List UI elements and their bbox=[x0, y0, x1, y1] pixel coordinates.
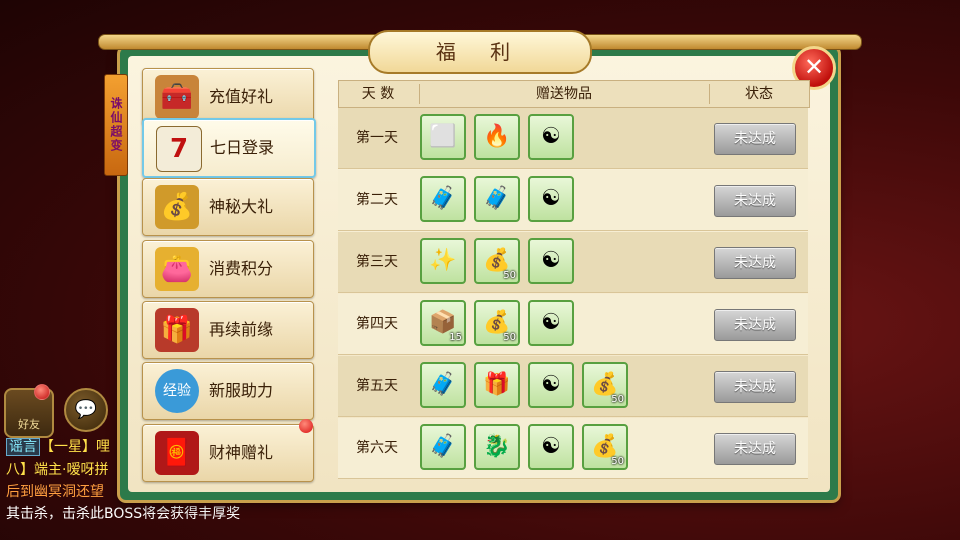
chat-line: 后到幽冥洞还望 bbox=[6, 481, 104, 501]
header-day: 天 数 bbox=[361, 86, 395, 102]
menu-item-fortune-gift[interactable]: 🧧 财神赠礼 bbox=[142, 419, 314, 482]
fire-spirit-icon[interactable]: 🔥 bbox=[474, 114, 520, 160]
dark-chest-icon[interactable]: 📦 15 bbox=[420, 300, 466, 346]
side-ribbon-tab[interactable]: 诛仙超变 bbox=[104, 74, 128, 176]
purple-chest-icon[interactable]: 🧳 bbox=[420, 424, 466, 470]
calendar-icon: 7 bbox=[156, 126, 202, 172]
gold-pouch-icon: 👛 bbox=[155, 247, 199, 291]
header-status: 状态 bbox=[745, 86, 773, 102]
notification-dot bbox=[34, 384, 50, 400]
chat-text: 其击杀，击杀此BOSS将会获得丰厚奖 bbox=[6, 506, 241, 522]
menu-label: 新服助力 bbox=[209, 381, 274, 400]
table-row: 第四天 📦 15 💰 50 ☯ 未达成 bbox=[338, 294, 808, 355]
day-label: 第四天 bbox=[356, 316, 398, 332]
chat-text: 后到幽冥洞还望 bbox=[6, 484, 104, 500]
status-button[interactable]: 未达成 bbox=[714, 309, 796, 341]
yin-yang-icon[interactable]: ☯ bbox=[528, 300, 574, 346]
table-row: 第六天 🧳 🐉 ☯ 💰 50 未达成 bbox=[338, 418, 808, 479]
day-label: 第二天 bbox=[356, 192, 398, 208]
chat-line: 八】端主·嗳呀拼 bbox=[6, 459, 108, 479]
gold-chest-icon[interactable]: 💰 50 bbox=[582, 424, 628, 470]
blue-wings-icon[interactable]: ✨ bbox=[420, 238, 466, 284]
yin-yang-icon[interactable]: ☯ bbox=[528, 176, 574, 222]
gold-chest-icon[interactable]: 💰 50 bbox=[474, 238, 520, 284]
status-button[interactable]: 未达成 bbox=[714, 371, 796, 403]
reward-table: 天 数 赠送物品 状态 第一天 ⬜ 🔥 ☯ 未达成 第二天 🧳 🧳 ☯ 未达成 … bbox=[338, 80, 810, 480]
day-label: 第三天 bbox=[356, 254, 398, 270]
day-label: 第一天 bbox=[356, 130, 398, 146]
yin-yang-icon[interactable]: ☯ bbox=[528, 362, 574, 408]
item-quantity: 50 bbox=[503, 332, 516, 343]
exp-badge-icon: 经验 bbox=[155, 369, 199, 413]
yin-yang-icon[interactable]: ☯ bbox=[528, 424, 574, 470]
menu-label: 七日登录 bbox=[210, 138, 275, 157]
table-row: 第三天 ✨ 💰 50 ☯ 未达成 bbox=[338, 232, 808, 293]
table-header: 天 数 赠送物品 状态 bbox=[338, 80, 810, 108]
friends-label: 好友 bbox=[18, 418, 40, 431]
status-button[interactable]: 未达成 bbox=[714, 123, 796, 155]
close-icon: ✕ bbox=[803, 53, 825, 81]
menu-label: 再续前缘 bbox=[209, 320, 274, 339]
menu-label: 消费积分 bbox=[209, 259, 274, 278]
menu-label: 神秘大礼 bbox=[209, 197, 274, 216]
chat-line: 谣言 【一星】哩 bbox=[6, 436, 110, 456]
treasure-chest-icon: 🧰 bbox=[155, 75, 199, 119]
table-row: 第五天 🧳 🎁 ☯ 💰 50 未达成 bbox=[338, 356, 808, 417]
table-row: 第一天 ⬜ 🔥 ☯ 未达成 bbox=[338, 108, 808, 169]
menu-label: 财神赠礼 bbox=[209, 443, 274, 462]
menu-item-new-server-boost[interactable]: 经验 新服助力 bbox=[142, 362, 314, 420]
table-row: 第二天 🧳 🧳 ☯ 未达成 bbox=[338, 170, 808, 231]
status-button[interactable]: 未达成 bbox=[714, 247, 796, 279]
yin-yang-icon[interactable]: ☯ bbox=[528, 114, 574, 160]
purple-chest-icon[interactable]: 🧳 bbox=[420, 176, 466, 222]
item-quantity: 15 bbox=[449, 332, 462, 343]
spirit-pet-icon[interactable]: 🐉 bbox=[474, 424, 520, 470]
item-quantity: 50 bbox=[611, 394, 624, 405]
blue-gift-box-icon[interactable]: 🎁 bbox=[474, 362, 520, 408]
item-quantity: 50 bbox=[503, 270, 516, 281]
menu-item-renew-fate[interactable]: 🎁 再续前缘 bbox=[142, 301, 314, 359]
chat-tag: 谣言 bbox=[6, 438, 40, 456]
status-button[interactable]: 未达成 bbox=[714, 433, 796, 465]
gold-chest-icon[interactable]: 💰 50 bbox=[474, 300, 520, 346]
menu-label: 充值好礼 bbox=[209, 87, 274, 106]
item-quantity: 50 bbox=[611, 456, 624, 467]
notification-dot bbox=[299, 419, 313, 433]
gold-chest-icon[interactable]: 💰 50 bbox=[582, 362, 628, 408]
purple-chest-icon[interactable]: 🧳 bbox=[474, 176, 520, 222]
chat-line: 其击杀，击杀此BOSS将会获得丰厚奖 bbox=[6, 503, 240, 523]
chat-text: 八】端主·嗳呀拼 bbox=[6, 462, 109, 478]
welfare-panel: 福 利 ✕ 诛仙超变 🧰 充值好礼 7 七日登录 💰 神秘大礼 👛 消费积分 🎁… bbox=[98, 30, 862, 502]
red-envelope-icon: 🧧 bbox=[155, 431, 199, 475]
status-button[interactable]: 未达成 bbox=[714, 185, 796, 217]
purple-chest-icon[interactable]: 🧳 bbox=[420, 362, 466, 408]
panel-title: 福 利 bbox=[368, 30, 592, 74]
header-items: 赠送物品 bbox=[536, 86, 592, 102]
yin-yang-icon[interactable]: ☯ bbox=[528, 238, 574, 284]
day-label: 第六天 bbox=[356, 440, 398, 456]
gold-chest-icon: 💰 bbox=[155, 185, 199, 229]
menu-item-spending-points[interactable]: 👛 消费积分 bbox=[142, 240, 314, 298]
menu-item-seven-day-login[interactable]: 7 七日登录 bbox=[142, 118, 316, 178]
day-label: 第五天 bbox=[356, 378, 398, 394]
gift-basket-icon: 🎁 bbox=[155, 308, 199, 352]
menu-item-mystery-gift[interactable]: 💰 神秘大礼 bbox=[142, 178, 314, 236]
white-box-icon[interactable]: ⬜ bbox=[420, 114, 466, 160]
